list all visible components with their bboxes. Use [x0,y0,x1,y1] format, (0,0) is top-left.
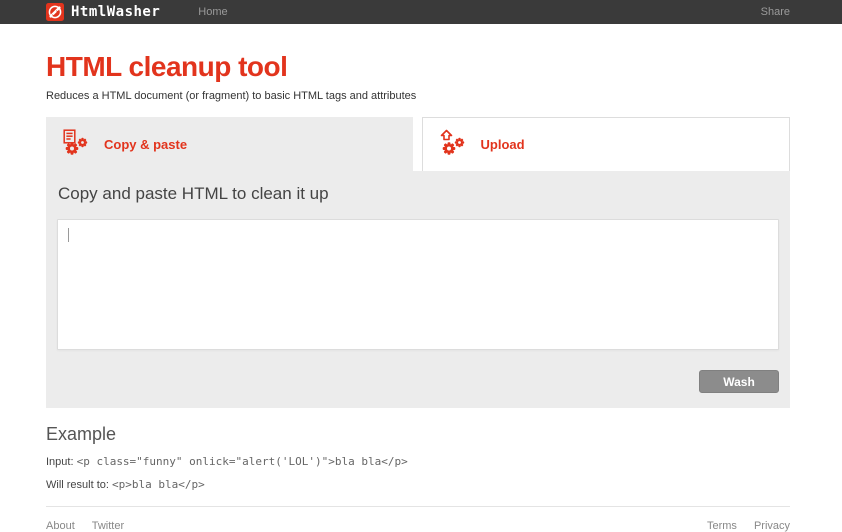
wash-button[interactable]: Wash [699,370,779,393]
page-subtitle: Reduces a HTML document (or fragment) to… [46,90,417,102]
footer-right-links: Terms Privacy [707,520,790,532]
button-row: Wash [57,350,779,400]
footer: About Twitter Terms Privacy [46,507,790,532]
brand-link[interactable]: HtmlWasher [46,3,160,21]
document-gears-icon [63,128,89,160]
footer-link-privacy[interactable]: Privacy [754,520,790,532]
example-input-label: Input: [46,456,77,468]
example-input-line: Input: <p class="funny" onlick="alert('L… [46,455,790,468]
example-result-line: Will result to: <p>bla bla</p> [46,478,790,491]
example-heading: Example [46,424,117,444]
footer-link-twitter[interactable]: Twitter [92,520,124,532]
footer-left-links: About Twitter [46,520,124,532]
tab-copy-paste-label: Copy & paste [104,136,188,152]
example-result-label: Will result to: [46,479,113,491]
copy-paste-panel: Copy and paste HTML to clean it up Wash [46,171,790,408]
footer-link-terms[interactable]: Terms [707,520,737,532]
html-input-textarea[interactable] [57,219,779,350]
tab-upload-label: Upload [480,137,525,152]
tab-upload[interactable]: Upload [421,117,790,171]
htmlwasher-logo-icon [46,3,64,21]
example-input-code: <p class="funny" onlick="alert('LOL')">b… [76,455,408,468]
nav-home-link[interactable]: Home [198,6,227,18]
page-title: HTML cleanup tool [46,51,288,82]
example-section: Example Input: <p class="funny" onlick="… [46,424,790,491]
footer-link-about[interactable]: About [46,520,75,532]
tab-copy-paste[interactable]: Copy & paste [46,117,413,171]
nav-share-link[interactable]: Share [761,6,790,18]
example-result-code: <p>bla bla</p> [112,478,205,491]
upload-gears-icon [440,129,466,160]
panel-heading: Copy and paste HTML to clean it up [58,184,329,203]
html-input-wrap [57,219,779,350]
brand-name: HtmlWasher [71,4,161,20]
tab-bar: Copy & paste Upload [46,117,790,171]
navbar: HtmlWasher Home Share [0,0,842,24]
